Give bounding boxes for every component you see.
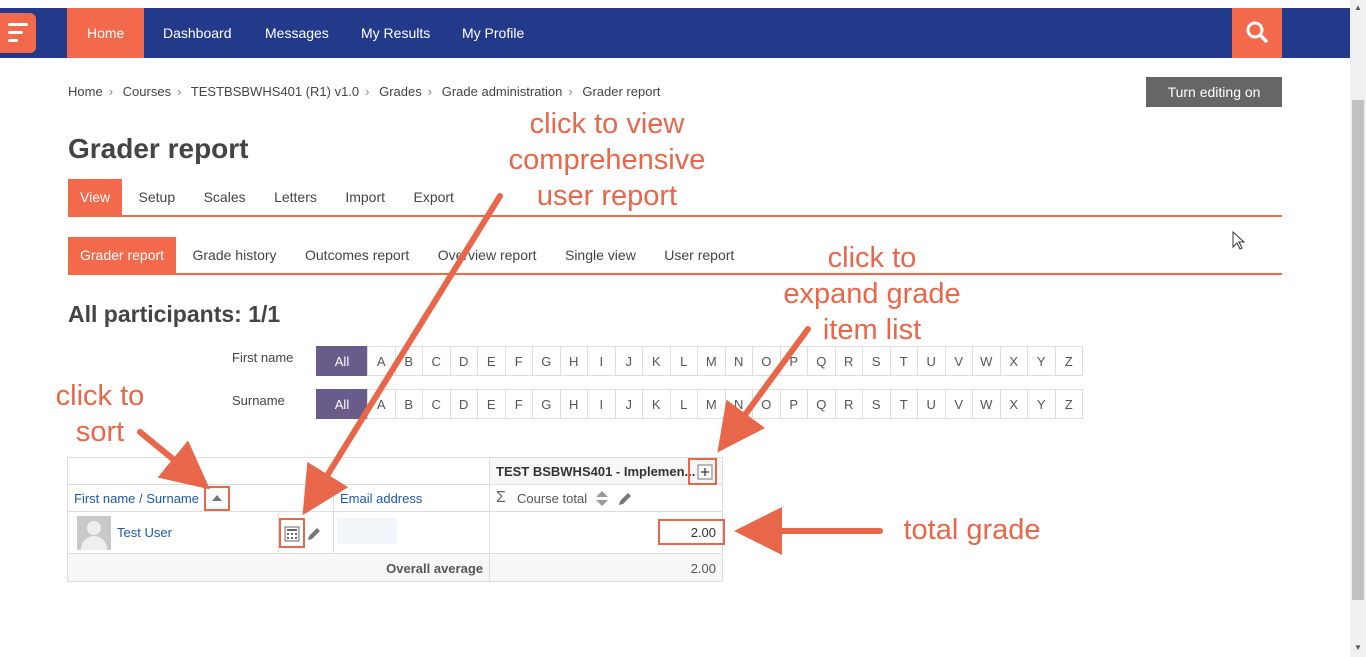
annotation-total-text: total grade	[903, 514, 1041, 546]
annotation-user-report-text: click to view comprehensive user report	[508, 108, 706, 212]
mouse-cursor-icon	[1232, 231, 1246, 250]
annotation-user-report: click to view comprehensive user report	[480, 106, 734, 214]
annotation-arrows	[137, 193, 883, 555]
annotation-sort: click to sort	[40, 378, 160, 450]
annotation-expand-text: click to expand grade item list	[783, 242, 961, 346]
annotation-expand: click to expand grade item list	[760, 240, 984, 348]
annotation-sort-text: click to sort	[55, 380, 145, 448]
arrow-user-report	[302, 193, 503, 516]
annotation-total: total grade	[886, 512, 1058, 548]
